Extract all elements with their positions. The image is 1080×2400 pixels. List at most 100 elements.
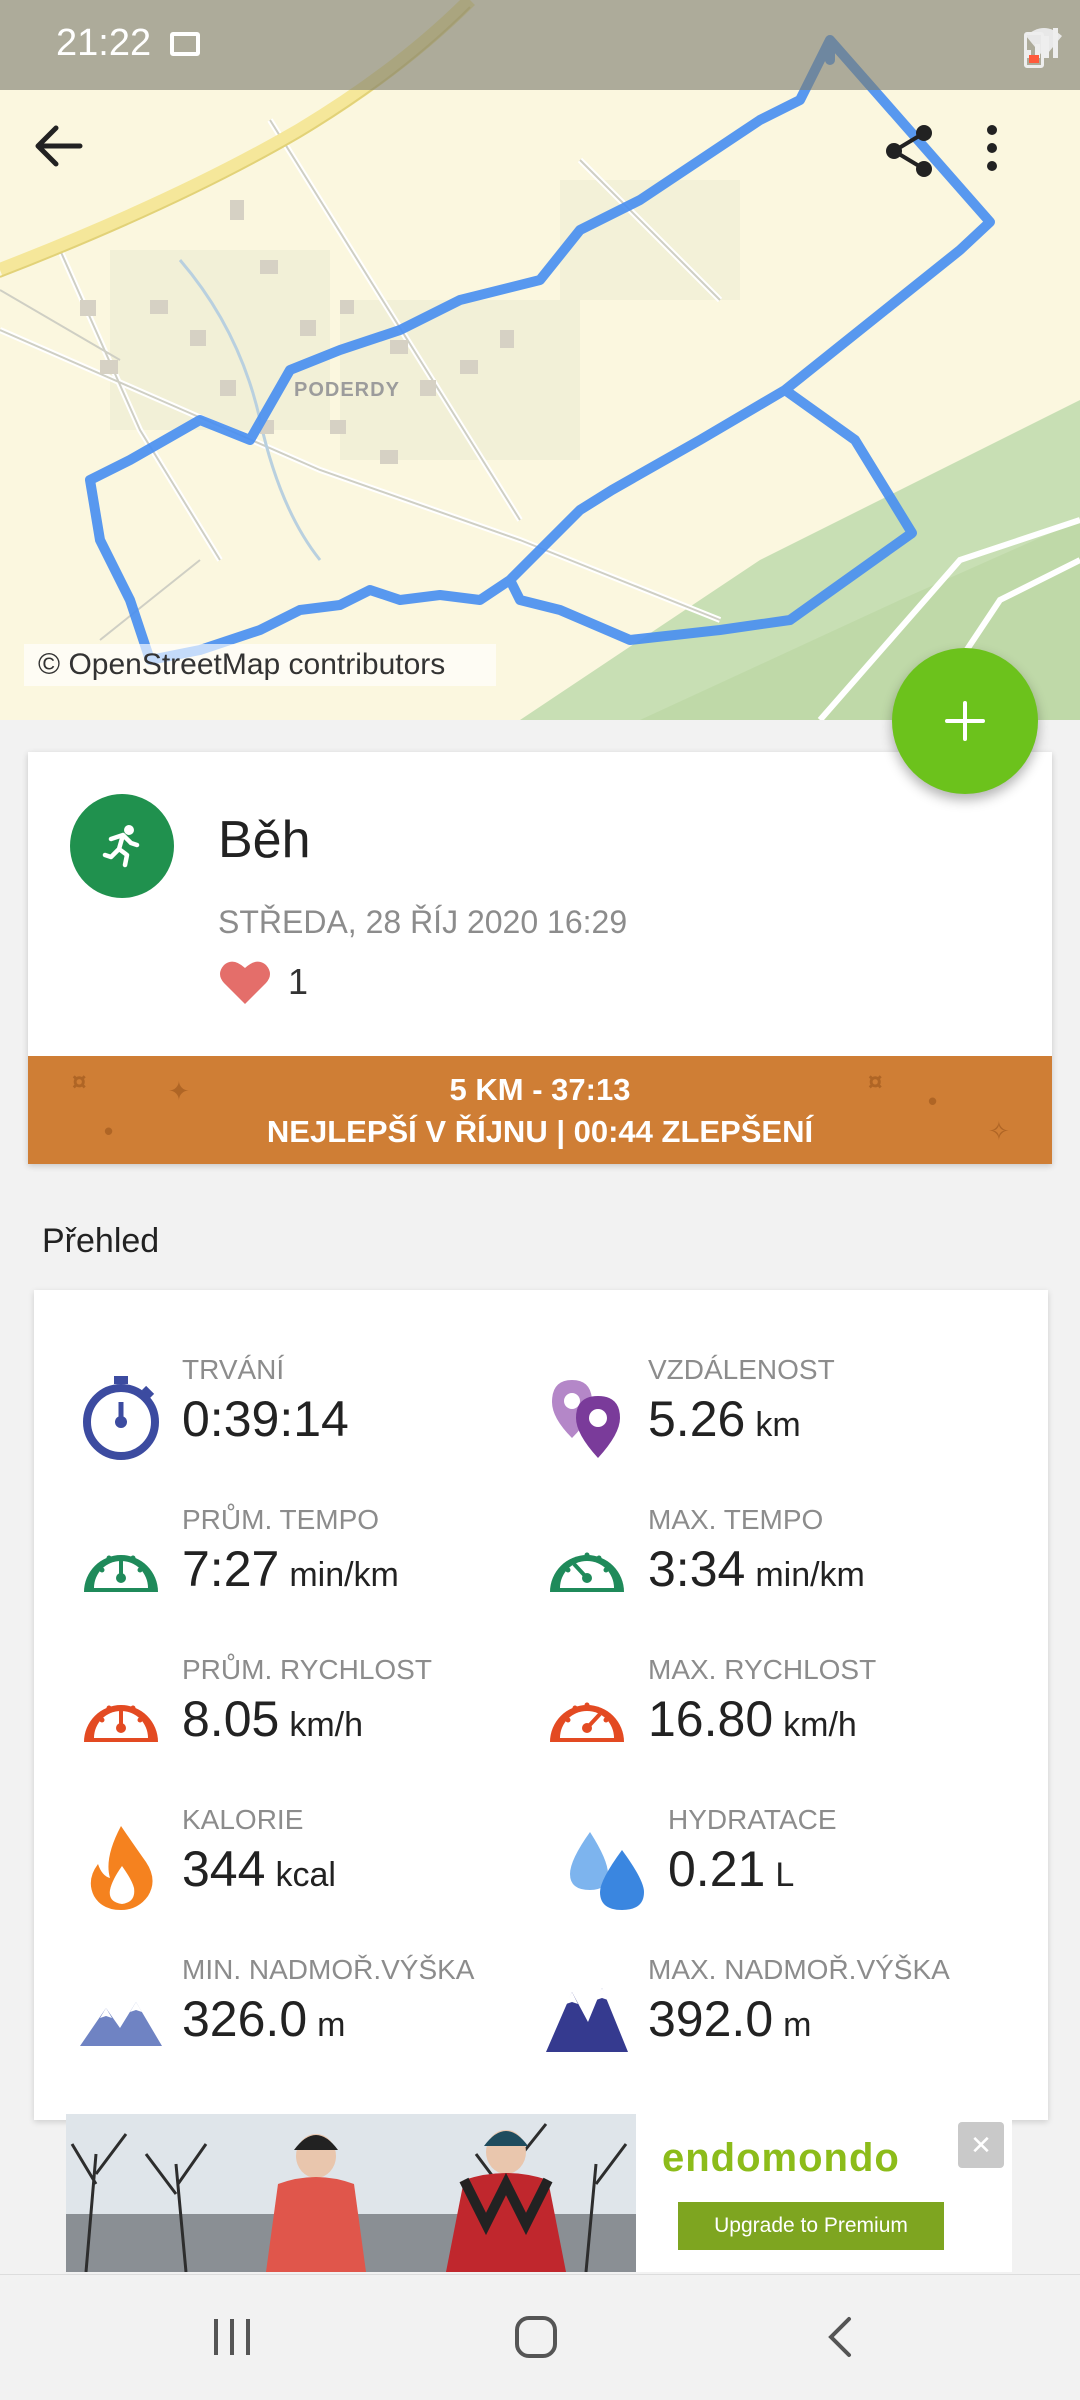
stat-calories: KALORIE 344 kcal <box>76 1804 556 1934</box>
add-button[interactable] <box>892 648 1038 794</box>
stat-number: 0:39:14 <box>182 1391 349 1447</box>
stat-label: KALORIE <box>182 1804 304 1835</box>
ad-photo <box>66 2114 636 2272</box>
stat-value: 7:27 min/km <box>182 1540 399 1598</box>
status-time: 21:22 <box>56 22 152 64</box>
overview-title: Přehled <box>42 1222 160 1260</box>
map-attribution[interactable]: © OpenStreetMap contributors <box>24 644 496 686</box>
flame-icon <box>90 1826 153 1910</box>
stat-max-altitude: MAX. NADMOŘ.VÝŠKA 392.0 m <box>542 1954 1022 2084</box>
route-map[interactable]: PODERDY 21:22 © OpenStreetMap contributo… <box>0 0 1080 720</box>
achievement-detail: NEJLEPŠÍ V ŘÍJNU | 00:44 ZLEPŠENÍ <box>266 1114 814 1149</box>
plus-icon <box>945 701 985 741</box>
stat-hydration: HYDRATACE 0.21 L <box>562 1804 1042 1934</box>
water-drops-icon <box>570 1832 644 1910</box>
stat-number: 344 <box>182 1841 266 1897</box>
status-icons <box>1024 24 1062 68</box>
more-options-button[interactable] <box>984 124 1064 204</box>
likes-count: 1 <box>288 961 309 1002</box>
stat-value: 16.80 km/h <box>648 1690 857 1748</box>
stat-unit: kcal <box>275 1856 336 1894</box>
system-nav-bar <box>0 2274 1080 2400</box>
stat-unit: km <box>755 1406 801 1444</box>
achievement-result: 5 KM - 37:13 <box>449 1072 631 1107</box>
stat-value: 0:39:14 <box>182 1390 349 1448</box>
endomondo-logo: endomondo <box>662 2136 900 2180</box>
stat-number: 326.0 <box>182 1991 308 2047</box>
achievement-banner[interactable]: ¤ ✦ • ¤ • ✧ 5 KM - 37:13 NEJLEPŠÍ V ŘÍJN… <box>28 1056 1052 1164</box>
heart-icon <box>220 961 270 1004</box>
stat-unit: km/h <box>289 1706 364 1744</box>
home-icon <box>515 2316 557 2358</box>
stat-value: 8.05 km/h <box>182 1690 363 1748</box>
stat-unit: km/h <box>783 1706 857 1744</box>
stat-max-pace: MAX. TEMPO 3:34 min/km <box>542 1504 1022 1634</box>
ad-close-icon[interactable]: ✕ <box>958 2122 1004 2168</box>
stat-label: MIN. NADMOŘ.VÝŠKA <box>182 1954 475 1985</box>
recent-apps-button[interactable] <box>192 2297 272 2377</box>
back-button[interactable] <box>34 124 114 204</box>
stopwatch-icon <box>83 1376 159 1460</box>
stat-duration: TRVÁNÍ 0:39:14 <box>76 1354 556 1484</box>
stat-label: MAX. NADMOŘ.VÝŠKA <box>648 1954 950 1985</box>
stat-number: 16.80 <box>648 1691 774 1747</box>
stat-max-speed: MAX. RYCHLOST 16.80 km/h <box>542 1654 1022 1784</box>
stat-unit: m <box>783 2006 812 2044</box>
stat-number: 392.0 <box>648 1991 774 2047</box>
upgrade-premium-button[interactable]: Upgrade to Premium <box>678 2202 944 2250</box>
stat-label: MAX. TEMPO <box>648 1504 824 1535</box>
stat-unit: m <box>317 2006 346 2044</box>
ad-panel[interactable]: endomondo Upgrade to Premium ✕ <box>636 2114 1012 2272</box>
stat-number: 8.05 <box>182 1691 280 1747</box>
stat-unit: min/km <box>755 1556 865 1594</box>
stat-number: 7:27 <box>182 1541 280 1597</box>
recent-apps-icon <box>214 2319 250 2355</box>
more-vertical-icon <box>987 125 997 171</box>
runner-glyph <box>102 825 140 868</box>
stat-number: 5.26 <box>648 1391 746 1447</box>
battery-icon <box>1024 32 1044 68</box>
stat-label: PRŮM. RYCHLOST <box>182 1654 432 1685</box>
stat-unit: L <box>775 1856 795 1894</box>
location-pin-icon <box>552 1380 620 1458</box>
chevron-left-icon <box>828 2317 851 2357</box>
back-nav-button[interactable] <box>800 2297 880 2377</box>
stat-number: 0.21 <box>668 1841 766 1897</box>
stat-distance: VZDÁLENOST 5.26 km <box>542 1354 1022 1484</box>
stat-avg-speed: PRŮM. RYCHLOST 8.05 km/h <box>76 1654 556 1784</box>
speedometer-icon <box>550 1552 624 1592</box>
map-place-label: PODERDY <box>294 379 400 401</box>
stat-label: VZDÁLENOST <box>648 1354 835 1385</box>
running-icon <box>70 794 174 898</box>
speedometer-icon <box>84 1555 158 1592</box>
share-icon <box>886 125 932 177</box>
stat-label: TRVÁNÍ <box>182 1354 285 1385</box>
stat-avg-pace: PRŮM. TEMPO 7:27 min/km <box>76 1504 556 1634</box>
home-button[interactable] <box>496 2297 576 2377</box>
mail-icon <box>170 32 200 56</box>
stat-value: 5.26 km <box>648 1390 801 1448</box>
arrow-left-icon <box>35 125 83 167</box>
stat-value: 326.0 m <box>182 1990 345 2048</box>
stat-value: 0.21 L <box>668 1840 794 1898</box>
share-button[interactable] <box>882 124 962 204</box>
stat-number: 3:34 <box>648 1541 746 1597</box>
stat-unit: min/km <box>289 1556 399 1594</box>
ad-banner[interactable]: endomondo Upgrade to Premium ✕ <box>66 2114 1012 2272</box>
stats-card: TRVÁNÍ 0:39:14 VZDÁLENOST 5.26 km PRŮM. T… <box>34 1290 1048 2120</box>
mountain-icon <box>80 2002 162 2046</box>
status-bar: 21:22 <box>0 0 1080 90</box>
map-canvas: PODERDY <box>0 0 1080 720</box>
speedometer-icon <box>84 1705 158 1742</box>
stat-label: HYDRATACE <box>668 1804 837 1835</box>
speedometer-icon <box>550 1702 624 1742</box>
activity-title: Běh <box>218 811 311 869</box>
stat-value: 3:34 min/km <box>648 1540 865 1598</box>
stat-label: PRŮM. TEMPO <box>182 1504 380 1535</box>
likes[interactable]: 1 <box>218 958 308 1006</box>
stat-min-altitude: MIN. NADMOŘ.VÝŠKA 326.0 m <box>76 1954 556 2084</box>
activity-card: Běh STŘEDA, 28 ŘÍJ 2020 16:29 1 ¤ ✦ • ¤ … <box>28 752 1052 1164</box>
stat-value: 392.0 m <box>648 1990 811 2048</box>
stat-label: MAX. RYCHLOST <box>648 1654 877 1685</box>
activity-date: STŘEDA, 28 ŘÍJ 2020 16:29 <box>218 904 628 940</box>
